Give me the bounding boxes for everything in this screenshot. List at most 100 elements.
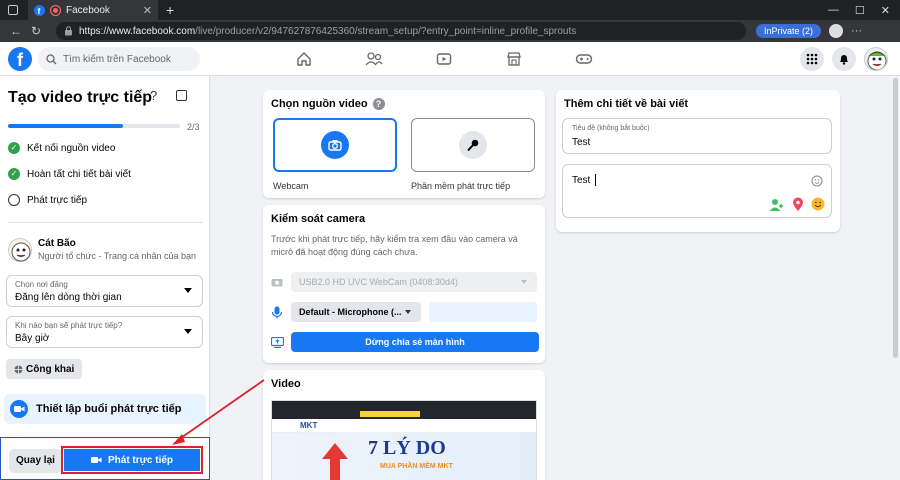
camera-controls-card: Kiểm soát camera Trước khi phát trực tiế… [263,205,545,363]
window-menu-icon[interactable] [8,5,18,15]
camera-device-select[interactable]: USB2.0 HD UVC WebCam (0408:30d4) [291,272,537,292]
help-icon[interactable]: ? [372,98,385,110]
software-label: Phần mềm phát trực tiếp [411,181,511,191]
streaming-software-option[interactable] [411,118,535,172]
facebook-header: f Tìm kiếm trên Facebook [0,42,900,76]
address-bar-row: ← ↻ https://www.facebook.com/live/produc… [0,20,900,42]
globe-icon [14,365,23,373]
up-arrow-graphic [322,443,348,480]
post-details-card: Thêm chi tiết về bài viết Tiêu đề (không… [556,90,840,232]
preview-subheadline: MUA PHẦN MỀM MKT [380,463,453,470]
camera-icon [321,131,349,159]
profile-avatar[interactable] [864,47,888,71]
location-pin-icon[interactable] [792,197,804,212]
step-label: Hoàn tất chi tiết bài viết [27,168,131,180]
notifications-bell-icon[interactable] [832,47,856,71]
step-label: Kết nối nguồn video [27,142,116,154]
window-controls: — ☐ ✕ [828,4,900,17]
inprivate-badge[interactable]: InPrivate (2) [756,24,822,38]
card-title: Kiểm soát camera [271,213,366,225]
dropdown-caret-icon [184,288,192,293]
video-camera-icon [90,457,102,463]
friends-icon[interactable] [365,50,383,68]
select-value: Bây giờ [15,333,50,344]
card-title: Video [271,378,301,390]
feeling-icon[interactable] [811,197,825,211]
video-preview-card: Video MKT 7 LÝ DO MUA PHẦN MỀM MKT [263,370,545,480]
title-field[interactable]: Tiêu đề (không bắt buộc) Test [562,118,832,154]
close-window-icon[interactable]: ✕ [881,4,890,17]
select-label: Khi nào bạn sẽ phát trực tiếp? [15,321,123,330]
live-setup-sidebar: Tạo video trực tiếp ? 2/3 ✓ Kết nối nguồ… [0,76,210,480]
back-button[interactable]: Quay lại [9,449,62,473]
webcam-label: Webcam [273,181,309,191]
browser-menu-icon[interactable]: ··· [851,25,862,37]
stop-screen-share-button[interactable]: Dừng chia sẻ màn hình [291,332,539,352]
emoji-icon[interactable] [811,175,823,187]
url-field[interactable]: https://www.facebook.com/live/producer/v… [56,22,746,40]
preview-highlight [360,411,420,417]
url-path: /live/producer/v2/947627876425360/stream… [195,25,577,37]
minimize-icon[interactable]: — [828,4,839,17]
marketplace-icon[interactable] [505,50,523,68]
step-go-live: Phát trực tiếp [8,194,87,206]
search-placeholder: Tìm kiếm trên Facebook [63,53,171,65]
collapse-panel-icon[interactable] [176,90,187,101]
video-source-card: Chọn nguồn video ? Webcam Phần mềm phát … [263,90,545,198]
setup-label: Thiết lập buổi phát trực tiếp [36,403,182,415]
svg-text:f: f [38,7,41,16]
search-icon [46,53,57,64]
watch-icon[interactable] [435,50,453,68]
maximize-icon[interactable]: ☐ [855,4,865,17]
text-cursor [595,174,596,186]
dropdown-caret-icon [184,329,192,334]
setup-live-item[interactable]: Thiết lập buổi phát trực tiếp [4,394,206,424]
tab-title: Facebook [66,4,110,16]
webcam-option[interactable] [273,118,397,172]
card-title: Thêm chi tiết về bài viết [564,98,689,110]
page-title: Tạo video trực tiếp [8,89,153,106]
video-camera-icon [10,400,28,418]
new-tab-icon[interactable]: + [166,2,174,18]
schedule-select[interactable]: Khi nào bạn sẽ phát trực tiếp? Bây giờ [6,316,203,348]
divider [8,222,203,223]
browser-profile-icon[interactable] [829,24,844,38]
description-field[interactable]: Test [562,164,832,218]
menu-grid-icon[interactable] [800,47,824,71]
home-icon[interactable] [295,50,313,68]
url-host: https://www.facebook.com [79,25,196,37]
post-location-select[interactable]: Chọn nơi đăng Đăng lên dòng thời gian [6,275,203,307]
browser-tab[interactable]: f Facebook ✕ [28,0,158,20]
step-post-details: ✓ Hoàn tất chi tiết bài viết [8,168,131,180]
setup-progress-bar [8,124,180,128]
title-field-value: Test [572,137,591,148]
dropdown-caret-icon [521,280,527,284]
camera-device-row: USB2.0 HD UVC WebCam (0408:30d4) [271,272,537,292]
step-label: Phát trực tiếp [27,194,88,206]
close-tab-icon[interactable]: ✕ [143,4,152,17]
gaming-icon[interactable] [575,50,593,68]
footer-actions: Quay lại Phát trực tiếp [0,437,210,480]
host-name: Cát Bão [38,238,76,249]
preview-site-nav: MKT [272,419,536,433]
refresh-icon[interactable]: ↻ [26,24,46,38]
facebook-search[interactable]: Tìm kiếm trên Facebook [38,47,200,71]
camera-icon [271,279,283,287]
facebook-main-nav [295,50,593,68]
select-label: Chọn nơi đăng [15,280,68,289]
description-value: Test [572,175,591,186]
key-icon [459,131,487,159]
privacy-button[interactable]: Công khai [6,359,83,379]
tag-people-icon[interactable] [769,198,785,212]
video-preview: MKT 7 LÝ DO MUA PHẦN MỀM MKT [271,400,537,480]
screen-share-row: Dừng chia sẻ màn hình [271,332,539,352]
help-icon[interactable]: ? [150,88,157,103]
host-subtitle: Người tổ chức - Trang cá nhân của bạn [38,251,197,261]
microphone-select[interactable]: Default - Microphone (... [291,302,421,322]
go-live-button[interactable]: Phát trực tiếp [61,446,203,474]
facebook-logo[interactable]: f [8,47,32,71]
mic-device-row: Default - Microphone (... [271,302,537,322]
host-avatar [8,238,32,262]
page-scrollbar[interactable] [893,78,898,358]
back-arrow-icon[interactable]: ← [6,24,26,38]
